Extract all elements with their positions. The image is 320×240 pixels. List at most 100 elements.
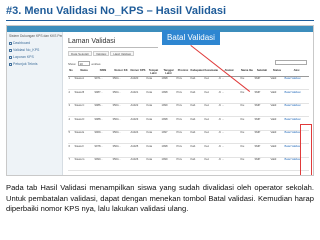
table-cell: Kota [146,143,161,158]
table-cell: Ibu [240,76,254,90]
table-cell: Siswa F [74,143,94,158]
batal-validasi-button[interactable]: Batal Validasi [284,76,309,90]
title-divider [6,20,314,21]
table-cell: Kota [146,76,161,90]
table-cell: 9988... [94,116,112,131]
table-header-row: No Nama NISN Nomor KK Nomor KPS Tempat Lahir T… [68,68,309,77]
table-cell: Prov [176,116,190,131]
table-cell: Kec [204,76,218,90]
table-cell: Siswa B [74,89,94,104]
table-cell: Kec [204,89,218,104]
table-cell: A1023 [130,116,146,131]
batal-validasi-button[interactable]: Batal Validasi [284,103,309,117]
table-cell: SMP [254,130,270,144]
sidebar-item-validasi[interactable]: Validasi No_KPS [9,47,60,53]
sidebar-item-label: Validasi No_KPS [13,48,40,52]
column-header[interactable]: Aksi [284,68,309,77]
table-cell: Kab [190,76,204,90]
column-header[interactable]: Kecamatan [204,68,218,77]
table-row: 6 Siswa F 9978... 3504... A1025 Kota 1998 Prov K… [68,143,309,158]
table-cell: 3504... [112,157,130,171]
callout-label: Batal Validasi [162,30,220,45]
main-content: Laman Validasi Data Sekolah Validasi Has… [64,32,313,175]
column-header[interactable]: Nama [74,68,94,77]
table-cell: Jl. ... [218,157,240,171]
table-cell: Valid [270,143,284,158]
table-cell: Kab [190,103,204,117]
table-cell: 3504... [112,130,130,144]
column-header[interactable]: Nama Ibu [240,68,254,77]
column-header[interactable]: Nomor KPS [130,68,146,77]
table-cell: 1999 [161,157,176,171]
table-cell: 3504... [112,116,130,131]
table-cell: Valid [270,130,284,144]
table-cell: SMP [254,143,270,158]
table-cell: 9969... [94,130,112,144]
tab-hasil-validasi[interactable]: Hasil Validasi [110,51,135,56]
table-cell: Prov [176,157,190,171]
table-cell: Siswa D [74,116,94,131]
table-cell: Ibu [240,143,254,158]
tab-validasi[interactable]: Validasi [93,51,110,56]
table-cell: Prov [176,89,190,104]
table-cell: Ibu [240,116,254,131]
sidebar-item-label: Laporan KPS [13,55,34,59]
table-cell: SMP [254,103,270,117]
sidebar-item-petunjuk[interactable]: Petunjuk Teknis [9,61,60,67]
table-cell: Kota [146,130,161,144]
table-cell: 9986... [94,103,112,117]
table-cell: Jl. ... [218,130,240,144]
table-cell: Valid [270,157,284,171]
table-cell: Valid [270,89,284,104]
table-row: 2 Siswa B 9987... 3504... A1021 Kota 1998 Prov K… [68,89,309,104]
column-header[interactable]: Tempat Lahir [146,68,161,77]
slide-title: #3. Menu Validasi No_KPS – Hasil Validas… [6,5,227,17]
column-header[interactable]: Status [270,68,284,77]
column-header[interactable]: Kabupaten [190,68,204,77]
table-cell: 9987... [94,89,112,104]
table-cell: Kab [190,89,204,104]
table-cell: Kab [190,143,204,158]
table-cell: Kab [190,116,204,131]
batal-validasi-button[interactable]: Batal Validasi [284,89,309,104]
entries-select[interactable]: 10 [77,61,90,66]
column-header[interactable]: Nomor KK [112,68,130,77]
sidebar: Sistem Dukungan KPS dan KKS Penerima Dan… [7,32,63,175]
table-cell: Jl. ... [218,143,240,158]
table-cell: 1998 [161,76,176,90]
table-cell: Kota [146,157,161,171]
batal-validasi-highlight [300,124,312,175]
sidebar-item-laporan[interactable]: Laporan KPS [9,54,60,60]
table-cell: A1026 [130,157,146,171]
column-header[interactable]: Sekolah [254,68,270,77]
table-cell: Siswa C [74,103,94,117]
table-row: 7 Siswa G 9990... 3504... A1026 Kota 1999 Prov K… [68,157,309,171]
table-cell: Kab [190,157,204,171]
table-cell: Siswa A [74,76,94,90]
table-cell: A1020 [130,76,146,90]
table-cell: Kota [146,103,161,117]
table-cell: 9971... [94,76,112,90]
table-row: 1 Siswa A 9971... 3504... A1020 Kota 1998 Prov K… [68,76,309,90]
table-cell: Kota [146,116,161,131]
page-title: Laman Validasi [68,38,116,45]
table-cell: Ibu [240,103,254,117]
table-cell: Valid [270,116,284,131]
table-cell: A1021 [130,89,146,104]
column-header[interactable]: NISN [94,68,112,77]
book-icon [9,62,12,66]
column-header[interactable]: Tanggal Lahir [161,68,176,77]
table-cell: Kota [146,89,161,104]
table-cell: Prov [176,76,190,90]
table-cell: Prov [176,103,190,117]
table-body: 1 Siswa A 9971... 3504... A1020 Kota 1998 Prov K… [68,76,309,171]
tab-data-sekolah[interactable]: Data Sekolah [68,51,93,56]
column-header[interactable]: Provinsi [176,68,190,77]
table-cell: Valid [270,76,284,90]
app-screenshot: Sistem Dukungan KPS dan KKS Penerima Dan… [6,25,314,176]
table-cell: 1999 [161,103,176,117]
sidebar-item-label: Dashboard [13,41,31,45]
table-cell: 3504... [112,143,130,158]
sidebar-item-dashboard[interactable]: Dashboard [9,40,60,46]
search-input[interactable] [275,60,307,65]
